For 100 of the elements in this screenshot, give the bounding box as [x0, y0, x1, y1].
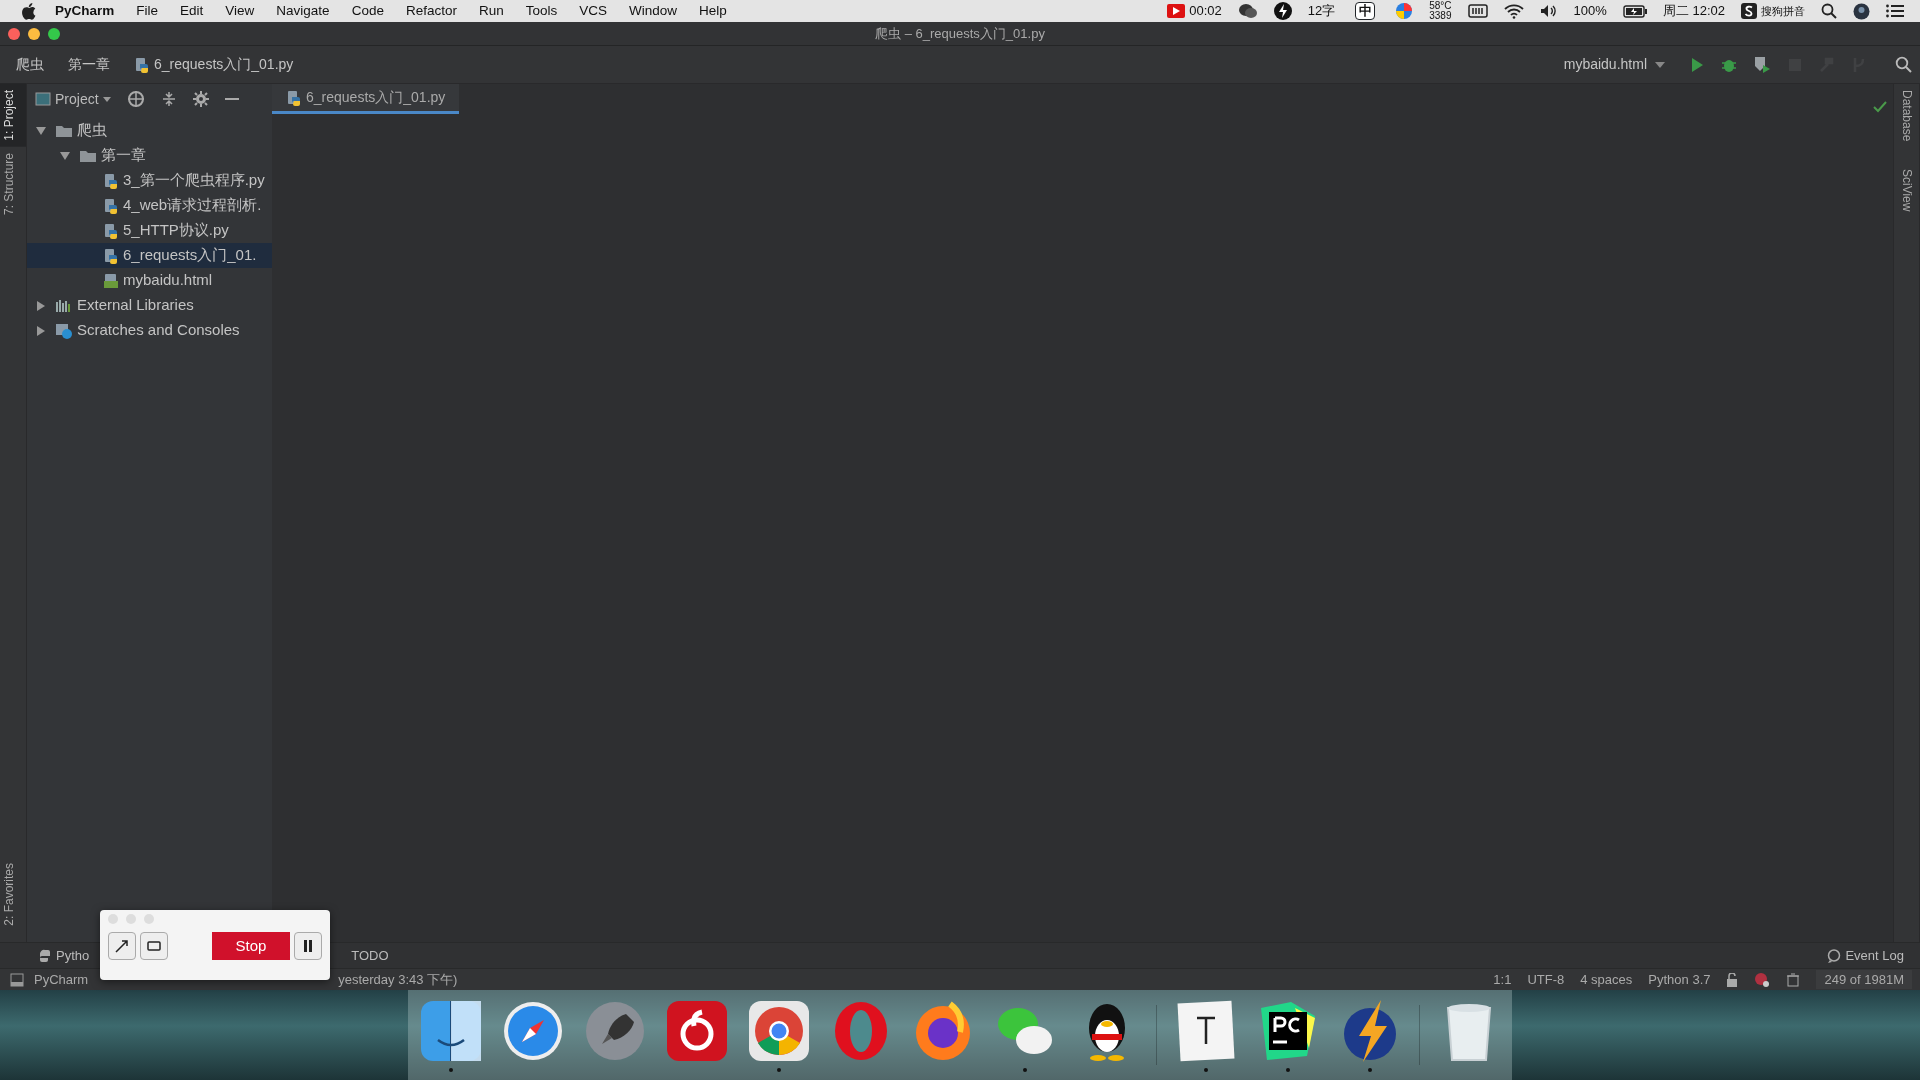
tree-item[interactable]: 4_web请求过程剖析. [27, 193, 272, 218]
lock-open-icon[interactable] [1726, 972, 1739, 987]
rectangle-icon [147, 941, 161, 951]
panel-toggle-icon[interactable] [10, 972, 24, 987]
menu-item[interactable]: View [214, 0, 266, 22]
speaker-icon[interactable] [1539, 4, 1558, 18]
tree-item[interactable]: 3_第一个爬虫程序.py [27, 168, 272, 193]
python-file-icon [103, 222, 119, 239]
s-logo-icon[interactable] [1741, 3, 1757, 19]
list-icon[interactable] [1886, 4, 1904, 18]
status-text: 12字 [1307, 2, 1336, 20]
memory-indicator-icon[interactable] [1786, 972, 1801, 987]
menu-item[interactable]: File [125, 0, 170, 22]
collapsed-arrow-icon[interactable] [35, 324, 47, 337]
breadcrumb-item[interactable]: 爬虫 [16, 54, 44, 75]
menu-item[interactable]: Refactor [394, 0, 468, 22]
python-file-icon [286, 89, 302, 106]
run-icon[interactable] [1689, 56, 1705, 73]
menu-item[interactable]: Edit [169, 0, 215, 22]
expanded-arrow-icon[interactable] [35, 124, 47, 137]
avatar-circle-icon[interactable] [1853, 2, 1870, 20]
breadcrumb-item[interactable]: 第一章 [68, 54, 110, 75]
tree-item[interactable]: 爬虫 [27, 118, 272, 143]
panel-icon [35, 92, 51, 106]
pause-button[interactable] [294, 932, 322, 960]
status-text: 周二 12:02 [1662, 2, 1725, 20]
editor-tab[interactable]: 6_requests入门_01.py [272, 84, 460, 114]
tool-window-button[interactable]: TODO [351, 945, 389, 966]
record-icon[interactable] [1167, 4, 1186, 18]
tool-window-tab[interactable]: SciView [1897, 163, 1916, 218]
menu-item[interactable]: Help [688, 0, 738, 22]
collapsed-arrow-icon[interactable] [35, 299, 47, 312]
input-method-name: 搜狗拼音 [1761, 4, 1805, 19]
menu-item[interactable]: Tools [514, 0, 569, 22]
folder-icon [55, 123, 73, 138]
window-title: 爬虫 – 6_requests入门_01.py [874, 24, 1046, 43]
tree-item[interactable]: External Libraries [27, 293, 272, 318]
shield-run-icon[interactable] [1753, 55, 1771, 74]
python-file-icon [103, 197, 119, 214]
tool-window-tab[interactable]: 1: Project [0, 84, 26, 147]
breadcrumb-item[interactable]: 6_requests入门_01.py [154, 54, 294, 75]
search-icon[interactable] [1895, 56, 1912, 73]
wifi-icon[interactable] [1503, 3, 1524, 19]
project-view-dropdown[interactable]: Project [35, 88, 111, 110]
finder-face-icon[interactable] [418, 998, 484, 1064]
tool-window-button[interactable]: Pytho [38, 945, 90, 966]
tree-item[interactable]: Scratches and Consoles [27, 318, 272, 343]
status-field[interactable]: 4 spaces [1580, 969, 1633, 990]
tree-item[interactable]: 5_HTTP协议.py [27, 218, 272, 243]
pause-icon [303, 940, 313, 952]
status-text: 100% [1573, 2, 1607, 20]
status-field[interactable]: UTF-8 [1527, 969, 1565, 990]
run-configuration-dropdown[interactable]: mybaidu.html [1555, 54, 1673, 75]
library-bars-icon [55, 298, 73, 313]
rectangle-tool-button[interactable] [140, 932, 168, 960]
color-wheel-icon[interactable] [1395, 2, 1414, 20]
arrow-icon [114, 938, 130, 954]
html-file-icon [103, 272, 119, 289]
scratch-console-icon [55, 322, 73, 339]
arrow-tool-button[interactable] [108, 932, 136, 960]
menu-item[interactable]: Run [467, 0, 515, 22]
collapse-icon[interactable] [160, 91, 177, 107]
status-message: PyCharm [34, 970, 89, 989]
python-file-icon [103, 172, 119, 189]
status-field[interactable]: Python 3.7 [1648, 969, 1711, 990]
event-log-button[interactable]: Event Log [1827, 945, 1920, 966]
python-file-icon [134, 56, 150, 73]
memory-indicator[interactable]: 249 of 1981M [1816, 969, 1912, 990]
folder-icon [79, 148, 97, 163]
chat-bubbles-icon[interactable] [1237, 3, 1258, 19]
menu-item[interactable]: Window [618, 0, 688, 22]
tool-window-tab[interactable]: 7: Structure [0, 146, 26, 221]
status-field[interactable]: 1:1 [1493, 969, 1512, 990]
bolt-icon[interactable] [1273, 2, 1292, 20]
stop-recording-button[interactable]: Stop [212, 932, 290, 960]
apple-logo-icon[interactable] [20, 2, 36, 20]
tree-item[interactable]: 6_requests入门_01. [27, 243, 272, 268]
crosshair-icon[interactable] [126, 90, 145, 108]
input-method-indicator[interactable]: 中 [1355, 2, 1376, 20]
tree-item[interactable]: mybaidu.html [27, 268, 272, 293]
minimize-icon[interactable] [224, 97, 239, 101]
app-menu[interactable]: PyCharm [44, 0, 126, 22]
tree-item[interactable]: 第一章 [27, 143, 272, 168]
menu-item[interactable]: Navigate [265, 0, 341, 22]
battery-icon[interactable] [1622, 4, 1647, 18]
search-icon[interactable] [1821, 3, 1837, 19]
menu-item[interactable]: VCS [568, 0, 618, 22]
timer-text: 00:02 [1189, 2, 1222, 20]
checkmark-icon [1873, 101, 1887, 113]
python-file-icon [103, 247, 119, 264]
tool-window-tab[interactable]: 2: Favorites [0, 857, 26, 932]
close-window-control[interactable] [8, 27, 20, 40]
menu-item[interactable]: Code [340, 0, 395, 22]
settings-icon[interactable] [192, 91, 209, 107]
tool-window-tab[interactable]: Database [1897, 84, 1916, 148]
memory-chip-icon[interactable] [1467, 4, 1488, 18]
zoom-window-control[interactable] [48, 27, 60, 40]
status-message: yesterday 3:43 下午) [338, 970, 458, 989]
expanded-arrow-icon[interactable] [59, 149, 71, 162]
minimize-window-control[interactable] [28, 27, 40, 40]
